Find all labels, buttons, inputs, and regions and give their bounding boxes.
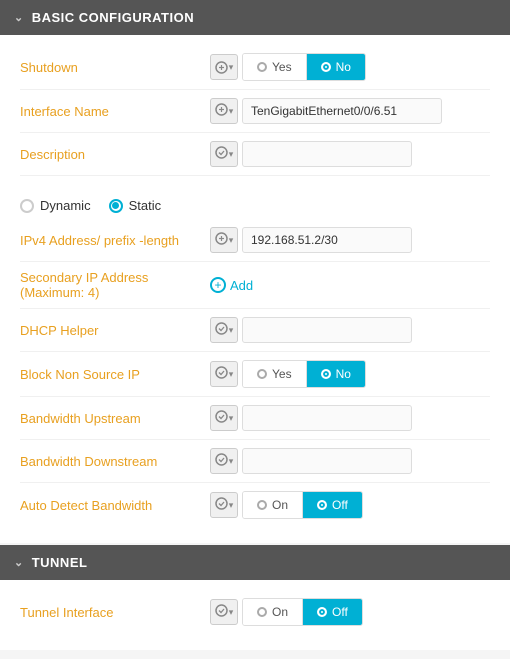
tunnel-on-radio — [257, 607, 267, 617]
tunnel-header: ⌄ TUNNEL — [0, 545, 510, 580]
shutdown-yes-btn[interactable]: Yes — [243, 54, 306, 80]
bandwidth-upstream-icon-btn[interactable] — [210, 405, 238, 431]
description-input[interactable] — [242, 141, 412, 167]
bandwidth-upstream-label: Bandwidth Upstream — [20, 411, 210, 426]
bandwidth-upstream-control — [210, 405, 490, 431]
add-icon: + — [210, 277, 226, 293]
block-no-radio — [321, 369, 331, 379]
bandwidth-downstream-row: Bandwidth Downstream — [20, 440, 490, 483]
bandwidth-upstream-input[interactable] — [242, 405, 412, 431]
ipv4-label: IPv4 Address/ prefix -length — [20, 233, 210, 248]
ip-type-row: Dynamic Static — [20, 188, 490, 219]
bandwidth-downstream-control — [210, 448, 490, 474]
ipv4-control — [210, 227, 490, 253]
add-label: Add — [230, 278, 253, 293]
ipv4-icon-btn[interactable] — [210, 227, 238, 253]
dhcp-icon-btn[interactable] — [210, 317, 238, 343]
basic-config-header: ⌄ BASIC CONFIGURATION — [0, 0, 510, 35]
secondary-ip-row: Secondary IP Address (Maximum: 4) + Add — [20, 262, 490, 309]
shutdown-icon-btn[interactable] — [210, 54, 238, 80]
separator — [20, 176, 490, 188]
tunnel-interface-toggle-group: On Off — [242, 598, 363, 626]
interface-name-row: Interface Name — [20, 90, 490, 133]
interface-icon-btn[interactable] — [210, 98, 238, 124]
ipv4-settings-icon — [215, 232, 228, 248]
description-control — [210, 141, 490, 167]
basic-config-body: Shutdown Yes No — [0, 35, 510, 543]
auto-detect-off-btn[interactable]: Off — [303, 492, 362, 518]
static-radio-inner — [112, 202, 119, 209]
auto-detect-icon-btn[interactable] — [210, 492, 238, 518]
block-check-icon — [215, 366, 228, 382]
dhcp-helper-input[interactable] — [242, 317, 412, 343]
shutdown-row: Shutdown Yes No — [20, 45, 490, 90]
block-yes-radio — [257, 369, 267, 379]
add-secondary-ip-link[interactable]: + Add — [210, 277, 253, 293]
dynamic-option[interactable]: Dynamic — [20, 198, 91, 213]
tunnel-chevron-icon[interactable]: ⌄ — [14, 556, 24, 569]
auto-detect-off-radio — [317, 500, 327, 510]
tunnel-body: Tunnel Interface On Off — [0, 580, 510, 650]
tunnel-interface-control: On Off — [210, 598, 490, 626]
interface-settings-icon — [215, 103, 228, 119]
static-option[interactable]: Static — [109, 198, 162, 213]
shutdown-label: Shutdown — [20, 60, 210, 75]
block-toggle-group: Yes No — [242, 360, 366, 388]
dhcp-helper-row: DHCP Helper — [20, 309, 490, 352]
tunnel-title: TUNNEL — [32, 555, 88, 570]
shutdown-yes-radio — [257, 62, 267, 72]
shutdown-no-btn[interactable]: No — [307, 54, 365, 80]
shutdown-toggle-group: Yes No — [242, 53, 366, 81]
settings-icon — [215, 61, 228, 74]
dhcp-helper-label: DHCP Helper — [20, 323, 210, 338]
bandwidth-downstream-label: Bandwidth Downstream — [20, 454, 210, 469]
interface-name-label: Interface Name — [20, 104, 210, 119]
chevron-icon[interactable]: ⌄ — [14, 11, 24, 24]
shutdown-control: Yes No — [210, 53, 490, 81]
tunnel-interface-icon-btn[interactable] — [210, 599, 238, 625]
auto-detect-icon — [215, 497, 228, 513]
bandwidth-downstream-icon — [215, 453, 228, 469]
ipv4-input[interactable] — [242, 227, 412, 253]
secondary-ip-control: + Add — [210, 277, 490, 293]
basic-config-title: BASIC CONFIGURATION — [32, 10, 194, 25]
description-label: Description — [20, 147, 210, 162]
tunnel-interface-label: Tunnel Interface — [20, 605, 210, 620]
tunnel-off-btn[interactable]: Off — [303, 599, 362, 625]
auto-detect-label: Auto Detect Bandwidth — [20, 498, 210, 513]
block-non-source-label: Block Non Source IP — [20, 367, 210, 382]
interface-name-input[interactable] — [242, 98, 442, 124]
ipv4-row: IPv4 Address/ prefix -length — [20, 219, 490, 262]
tunnel-off-radio — [317, 607, 327, 617]
auto-detect-toggle-group: On Off — [242, 491, 363, 519]
block-non-source-row: Block Non Source IP Yes No — [20, 352, 490, 397]
static-label: Static — [129, 198, 162, 213]
auto-detect-on-radio — [257, 500, 267, 510]
dhcp-helper-control — [210, 317, 490, 343]
tunnel-interface-row: Tunnel Interface On Off — [20, 590, 490, 634]
dynamic-radio-outer — [20, 199, 34, 213]
bandwidth-downstream-input[interactable] — [242, 448, 412, 474]
auto-detect-bandwidth-row: Auto Detect Bandwidth On Off — [20, 483, 490, 527]
tunnel-interface-icon — [215, 604, 228, 620]
shutdown-no-radio — [321, 62, 331, 72]
interface-name-control — [210, 98, 490, 124]
secondary-ip-label: Secondary IP Address (Maximum: 4) — [20, 270, 210, 300]
bandwidth-downstream-icon-btn[interactable] — [210, 448, 238, 474]
tunnel-on-btn[interactable]: On — [243, 599, 302, 625]
block-non-source-control: Yes No — [210, 360, 490, 388]
check-icon — [215, 146, 228, 162]
bandwidth-upstream-row: Bandwidth Upstream — [20, 397, 490, 440]
dynamic-label: Dynamic — [40, 198, 91, 213]
auto-detect-control: On Off — [210, 491, 490, 519]
block-no-btn[interactable]: No — [307, 361, 365, 387]
auto-detect-on-btn[interactable]: On — [243, 492, 302, 518]
static-radio-outer — [109, 199, 123, 213]
block-icon-btn[interactable] — [210, 361, 238, 387]
description-icon-btn[interactable] — [210, 141, 238, 167]
bandwidth-upstream-icon — [215, 410, 228, 426]
block-yes-btn[interactable]: Yes — [243, 361, 306, 387]
description-row: Description — [20, 133, 490, 176]
dhcp-check-icon — [215, 322, 228, 338]
